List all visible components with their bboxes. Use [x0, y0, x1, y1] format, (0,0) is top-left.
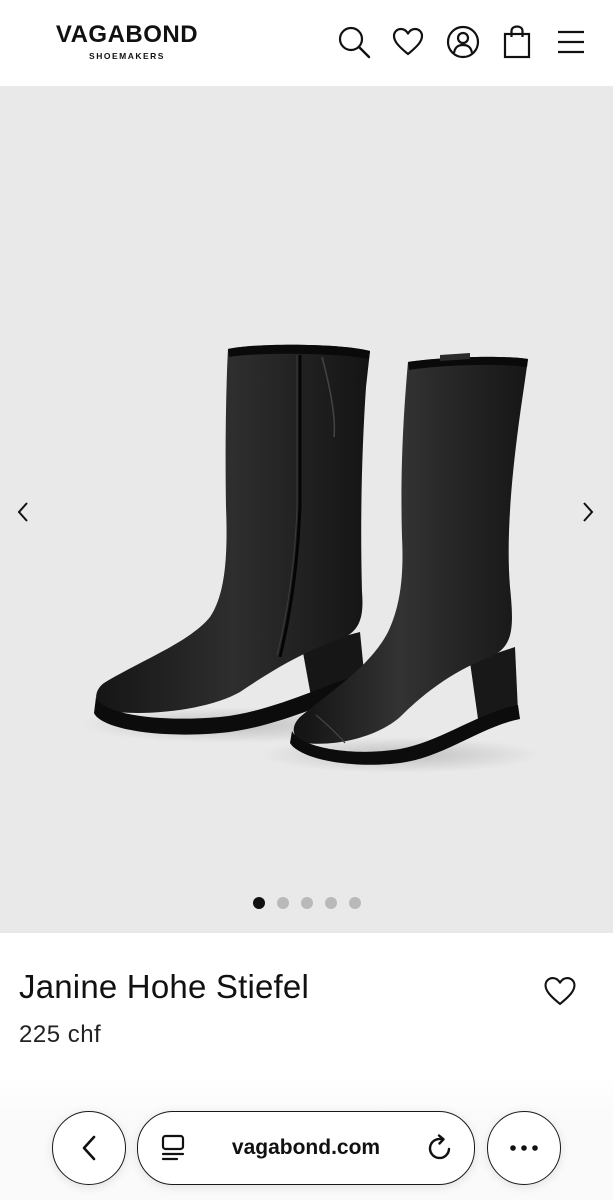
chevron-left-icon — [82, 1135, 96, 1161]
search-icon[interactable] — [336, 24, 372, 60]
ellipsis-icon — [510, 1145, 538, 1151]
url-text: vagabond.com — [231, 1136, 381, 1159]
browser-more-button[interactable] — [487, 1111, 561, 1185]
brand-subtitle: SHOEMAKERS — [89, 51, 165, 61]
site-header: VAGABOND SHOEMAKERS — [0, 0, 613, 87]
product-gallery[interactable] — [0, 87, 613, 933]
reload-icon[interactable] — [424, 1132, 456, 1164]
left-boot — [80, 344, 380, 743]
pagination-dot-3[interactable] — [300, 897, 313, 909]
bag-icon[interactable] — [499, 24, 535, 60]
pagination-dot-1[interactable] — [252, 897, 265, 909]
menu-icon[interactable] — [553, 24, 589, 60]
chevron-right-icon — [583, 502, 594, 522]
pagination-dot-2[interactable] — [276, 897, 289, 909]
previous-image-button[interactable] — [8, 492, 38, 532]
product-price: 225 chf — [19, 1021, 102, 1048]
product-image — [80, 344, 540, 773]
brand-name: VAGABOND — [55, 21, 199, 48]
add-to-wishlist-button[interactable] — [541, 972, 579, 1010]
next-image-button[interactable] — [573, 492, 603, 532]
heart-outline-icon — [544, 976, 576, 1005]
browser-back-button[interactable] — [52, 1111, 126, 1185]
account-icon[interactable] — [445, 24, 481, 60]
pagination-dot-5[interactable] — [348, 897, 361, 909]
heart-icon[interactable] — [390, 24, 426, 60]
address-bar[interactable]: vagabond.com — [137, 1111, 475, 1185]
brand-logo[interactable]: VAGABOND SHOEMAKERS — [24, 22, 230, 62]
pagination-dot-4[interactable] — [324, 897, 337, 909]
product-page: VAGABOND SHOEMAKERS Janine Hohe Stiefel … — [0, 0, 613, 1200]
product-title: Janine Hohe Stiefel — [19, 968, 309, 1005]
reader-icon[interactable] — [160, 1134, 188, 1162]
chevron-left-icon — [17, 502, 28, 522]
gallery-pagination — [0, 897, 613, 909]
